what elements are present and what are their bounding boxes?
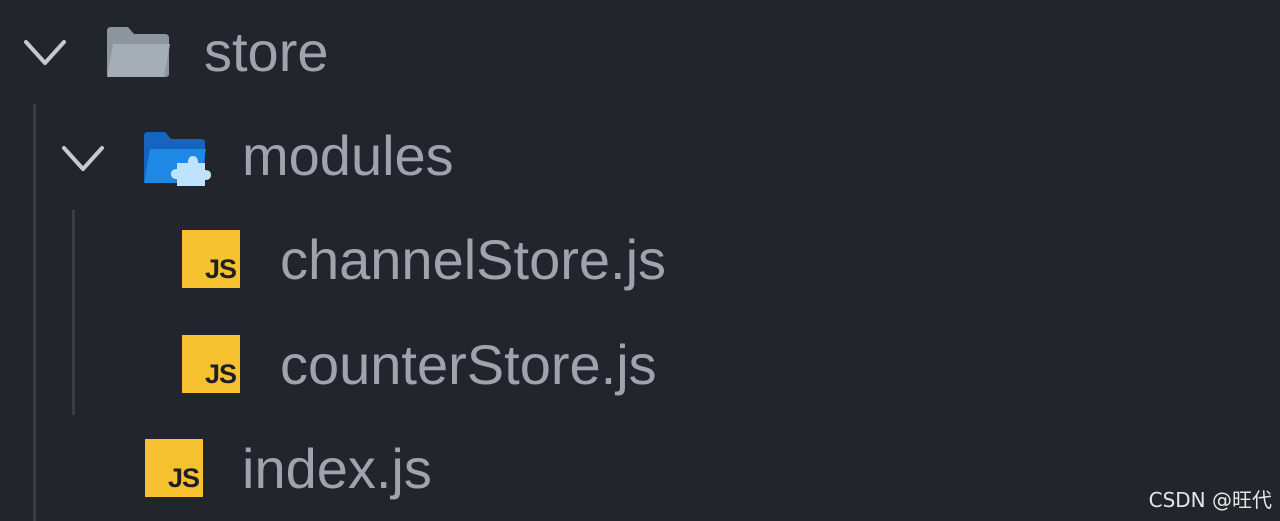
- tree-item-modules[interactable]: modules: [0, 104, 1280, 208]
- tree-item-label: modules: [242, 124, 454, 187]
- javascript-file-icon: JS: [182, 230, 240, 288]
- javascript-file-icon: JS: [182, 335, 240, 393]
- folder-icon: [107, 27, 170, 77]
- tree-item-channelstore-js[interactable]: JS channelStore.js: [0, 208, 1280, 312]
- tree-item-counterstore-js[interactable]: JS counterStore.js: [0, 313, 1280, 417]
- tree-item-label: index.js: [242, 437, 432, 500]
- chevron-down-icon[interactable]: [22, 30, 74, 82]
- chevron-down-icon[interactable]: [60, 136, 112, 188]
- folder-modules-icon: [144, 132, 211, 186]
- tree-item-store[interactable]: store: [0, 0, 1280, 104]
- tree-item-label: store: [204, 20, 329, 83]
- watermark: CSDN @旺代: [1148, 488, 1272, 512]
- tree-item-label: counterStore.js: [280, 333, 657, 396]
- tree-item-label: channelStore.js: [280, 228, 667, 291]
- file-explorer-tree: store modules JS channelStore.js JS coun…: [0, 0, 1280, 521]
- tree-item-index-js[interactable]: JS index.js: [0, 417, 1280, 521]
- javascript-file-icon: JS: [145, 439, 203, 497]
